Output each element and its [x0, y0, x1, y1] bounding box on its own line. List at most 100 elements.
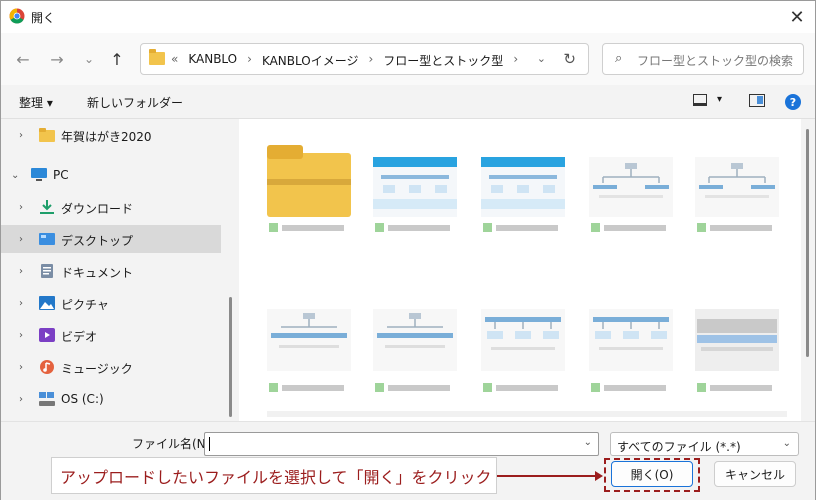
up-button[interactable]: ↑ — [105, 47, 129, 71]
sidebar-item-pictures[interactable]: › ピクチャ — [1, 289, 221, 317]
expand-icon[interactable]: › — [19, 266, 23, 277]
file-item[interactable] — [475, 129, 571, 241]
file-item[interactable] — [367, 289, 463, 401]
expand-icon[interactable]: › — [19, 298, 23, 309]
sidebar-item-music[interactable]: › ミュージック — [1, 353, 221, 381]
navigation-bar: ← → ⌄ ↑ « KANBLO › KANBLOイメージ › フロー型とストッ… — [1, 33, 815, 85]
close-button[interactable]: ✕ — [785, 5, 809, 29]
download-icon — [40, 200, 54, 214]
folder-item[interactable] — [261, 129, 357, 241]
sidebar-item-label: 年賀はがき2020 — [61, 130, 152, 144]
file-item[interactable] — [583, 129, 679, 241]
image-thumbnail-icon — [589, 309, 673, 371]
folder-icon — [267, 145, 351, 217]
drive-icon — [39, 392, 55, 406]
sidebar-item-documents[interactable]: › ドキュメント — [1, 257, 221, 285]
document-icon — [41, 264, 53, 278]
sidebar-item-label: OS (C:) — [61, 392, 104, 406]
filetype-select[interactable]: すべてのファイル (*.*) ⌄ — [610, 432, 799, 456]
image-thumbnail-icon — [589, 157, 673, 217]
sidebar-item-videos[interactable]: › ビデオ — [1, 321, 221, 349]
file-item[interactable] — [261, 289, 357, 401]
file-item[interactable] — [689, 289, 785, 401]
breadcrumb-item[interactable]: KANBLOイメージ — [262, 52, 359, 69]
file-caption — [269, 223, 349, 233]
annotation-callout: アップロードしたいファイルを選択して「開く」をクリック — [51, 457, 497, 494]
expand-icon[interactable]: › — [19, 330, 23, 341]
chrome-icon — [9, 8, 25, 24]
cancel-button[interactable]: キャンセル — [714, 461, 796, 487]
file-caption — [269, 383, 349, 393]
image-thumbnail-icon — [373, 157, 457, 217]
dialog-footer: ファイル名(N): ⌄ すべてのファイル (*.*) ⌄ アップロードしたいファ… — [1, 421, 815, 500]
music-icon — [40, 360, 54, 374]
sidebar-item-label: ミュージック — [61, 362, 133, 376]
preview-pane-icon[interactable] — [749, 94, 765, 107]
image-thumbnail-icon — [481, 309, 565, 371]
file-item[interactable] — [475, 289, 571, 401]
address-history-dropdown[interactable]: ⌄ — [537, 52, 546, 65]
pictures-icon — [39, 296, 55, 310]
new-folder-button[interactable]: 新しいフォルダー — [87, 94, 183, 111]
command-bar: 整理 ▾ 新しいフォルダー ▾ ? — [1, 85, 815, 119]
file-caption — [697, 383, 777, 393]
refresh-button[interactable]: ↻ — [563, 50, 576, 68]
file-caption — [483, 223, 563, 233]
breadcrumb-separator[interactable]: › — [368, 52, 373, 69]
file-item[interactable] — [367, 129, 463, 241]
view-dropdown[interactable]: ▾ — [717, 94, 722, 105]
sidebar-scrollbar[interactable] — [229, 297, 232, 417]
breadcrumb-separator[interactable]: › — [513, 52, 518, 69]
breadcrumb-overflow[interactable]: « — [171, 52, 178, 69]
breadcrumb-item[interactable]: KANBLO — [188, 52, 237, 69]
breadcrumb-separator[interactable]: › — [247, 52, 252, 69]
forward-button[interactable]: → — [45, 47, 69, 71]
breadcrumb: « KANBLO › KANBLOイメージ › フロー型とストック型 › — [171, 52, 518, 69]
sidebar-item-label: デスクトップ — [61, 234, 134, 248]
sidebar-item-nenga[interactable]: › 年賀はがき2020 — [1, 121, 221, 149]
collapse-icon[interactable]: ⌄ — [11, 170, 19, 181]
breadcrumb-item[interactable]: フロー型とストック型 — [383, 52, 503, 69]
file-row-partial — [267, 411, 787, 417]
organize-menu[interactable]: 整理 ▾ — [19, 94, 53, 111]
folder-icon — [39, 128, 55, 142]
address-bar[interactable]: « KANBLO › KANBLOイメージ › フロー型とストック型 › ⌄ ↻ — [140, 43, 589, 75]
file-caption — [483, 383, 563, 393]
help-icon[interactable]: ? — [785, 94, 801, 110]
content-scrollbar[interactable] — [806, 129, 809, 357]
image-thumbnail-icon — [695, 309, 779, 371]
sidebar-item-label: ドキュメント — [61, 266, 134, 280]
image-thumbnail-icon — [695, 157, 779, 217]
sidebar-item-downloads[interactable]: › ダウンロード — [1, 193, 221, 221]
back-button[interactable]: ← — [11, 47, 35, 71]
sidebar-item-os-drive[interactable]: › OS (C:) — [1, 385, 221, 413]
recent-locations-button[interactable]: ⌄ — [77, 47, 101, 71]
expand-icon[interactable]: › — [19, 202, 23, 213]
filename-input[interactable]: ⌄ — [204, 432, 599, 456]
chevron-down-icon[interactable]: ⌄ — [584, 437, 592, 448]
desktop-icon — [39, 233, 55, 245]
file-item[interactable] — [689, 129, 785, 241]
search-icon: ⌕ — [615, 51, 623, 66]
file-item[interactable] — [583, 289, 679, 401]
sidebar-item-label: ピクチャ — [61, 298, 109, 312]
sidebar-item-desktop[interactable]: › デスクトップ — [1, 225, 221, 253]
file-caption — [591, 383, 671, 393]
sidebar-item-pc[interactable]: ⌄ PC — [1, 161, 221, 189]
file-caption — [697, 223, 777, 233]
expand-icon[interactable]: › — [19, 234, 23, 245]
open-button[interactable]: 開く(O) — [611, 461, 693, 487]
search-box[interactable]: ⌕ フロー型とストック型の検索 — [602, 43, 804, 75]
title-bar: 開く ✕ — [1, 1, 815, 33]
annotation-arrow — [497, 471, 603, 481]
video-icon — [39, 328, 55, 342]
expand-icon[interactable]: › — [19, 394, 23, 405]
view-icon[interactable] — [693, 94, 707, 106]
filetype-value: すべてのファイル (*.*) — [617, 440, 741, 454]
expand-icon[interactable]: › — [19, 130, 23, 141]
text-caret — [209, 437, 210, 451]
expand-icon[interactable]: › — [19, 362, 23, 373]
window-title: 開く — [31, 11, 56, 25]
search-placeholder: フロー型とストック型の検索 — [637, 54, 794, 68]
file-caption — [591, 223, 671, 233]
